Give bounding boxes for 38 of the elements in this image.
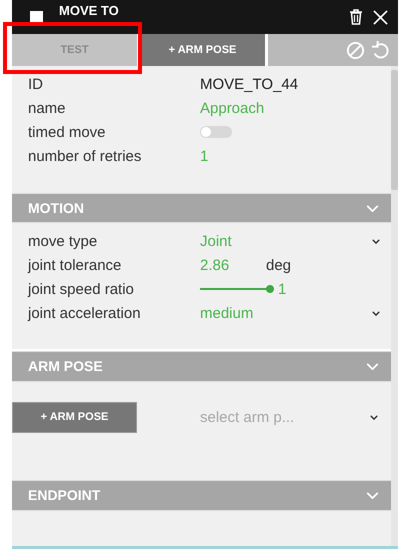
field-label: move type	[28, 232, 98, 250]
window-icon	[30, 10, 43, 24]
field-label: number of retries	[28, 148, 142, 164]
section-title: MOTION	[28, 200, 84, 216]
field-label: timed move	[28, 124, 107, 140]
undo-icon[interactable]	[371, 40, 390, 60]
chevron-down-icon[interactable]	[370, 414, 378, 420]
section-header[interactable]: MOTION	[12, 192, 391, 224]
chevron-down-icon[interactable]	[372, 238, 380, 244]
section-title: ENDPOINT	[28, 487, 100, 504]
select-field[interactable]: select arm p...	[200, 408, 294, 426]
field-label: ID	[28, 76, 44, 92]
field-value: MOVE_TO_44	[200, 76, 298, 92]
chevron-down-icon[interactable]	[372, 310, 380, 316]
dropdown-value[interactable]: Joint	[200, 232, 232, 250]
number-value[interactable]: 2.86	[200, 256, 266, 274]
scrollbar[interactable]	[391, 66, 398, 546]
slider-value: 1	[278, 280, 286, 298]
add-arm-pose-button[interactable]: + ARM POSE	[12, 402, 137, 433]
section-title: ARM POSE	[28, 358, 103, 374]
field-label: joint speed ratio	[28, 280, 135, 298]
section-header[interactable]: ENDPOINT	[12, 480, 391, 511]
slider-thumb[interactable]	[266, 285, 274, 294]
ban-icon[interactable]	[346, 40, 365, 60]
close-icon[interactable]	[373, 10, 388, 24]
window-title: MOVE TO	[59, 4, 119, 18]
field-label: joint tolerance	[28, 256, 122, 274]
section-header[interactable]: ARM POSE	[12, 351, 391, 382]
dropdown-value[interactable]: medium	[200, 304, 254, 322]
scrollbar-thumb[interactable]	[391, 70, 398, 190]
toggle-switch[interactable]	[200, 126, 232, 138]
field-label: joint acceleration	[28, 304, 142, 322]
field-value[interactable]: 1	[200, 148, 208, 164]
field-label: name	[28, 100, 67, 116]
field-value[interactable]: Approach	[200, 100, 264, 116]
add-arm-pose-button[interactable]: + ARM POSE	[140, 34, 265, 66]
trash-icon[interactable]	[349, 9, 363, 25]
unit-label: deg	[266, 256, 292, 274]
